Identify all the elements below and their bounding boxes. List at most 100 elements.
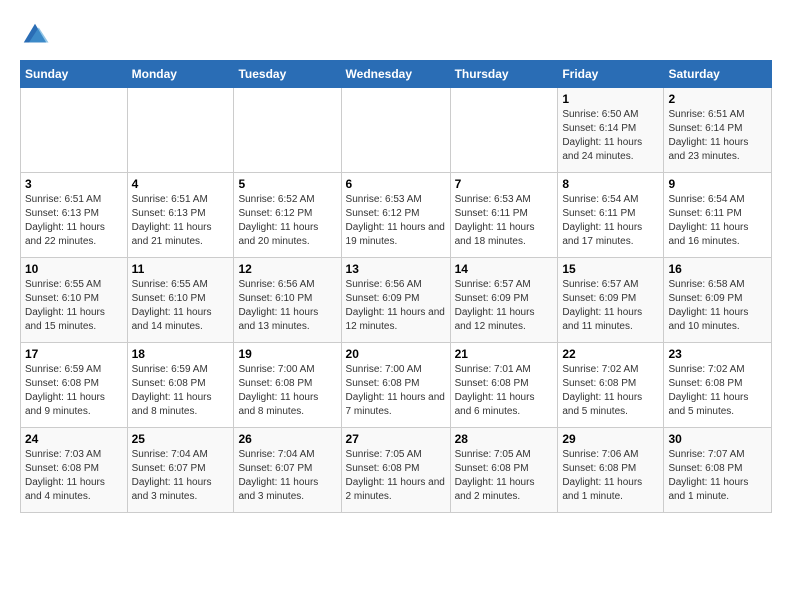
calendar-cell — [450, 88, 558, 173]
logo-icon — [20, 20, 50, 50]
day-info: Sunrise: 6:51 AM Sunset: 6:14 PM Dayligh… — [668, 108, 767, 164]
calendar-cell: 4 Sunrise: 6:51 AM Sunset: 6:13 PM Daylig… — [127, 173, 234, 258]
day-info: Sunrise: 7:05 AM Sunset: 6:08 PM Dayligh… — [346, 448, 446, 504]
day-info: Sunrise: 7:07 AM Sunset: 6:08 PM Dayligh… — [668, 448, 767, 504]
day-number: 29 — [562, 432, 659, 446]
day-number: 12 — [238, 262, 336, 276]
calendar-header: SundayMondayTuesdayWednesdayThursdayFrid… — [21, 61, 772, 88]
day-number: 21 — [455, 347, 554, 361]
calendar-cell: 10 Sunrise: 6:55 AM Sunset: 6:10 PM Dayli… — [21, 258, 128, 343]
day-info: Sunrise: 6:51 AM Sunset: 6:13 PM Dayligh… — [25, 193, 123, 249]
calendar-cell — [127, 88, 234, 173]
day-info: Sunrise: 6:57 AM Sunset: 6:09 PM Dayligh… — [455, 278, 554, 334]
day-number: 2 — [668, 92, 767, 106]
logo — [20, 20, 54, 50]
day-info: Sunrise: 6:53 AM Sunset: 6:12 PM Dayligh… — [346, 193, 446, 249]
day-number: 26 — [238, 432, 336, 446]
weekday-header: Wednesday — [341, 61, 450, 88]
day-number: 28 — [455, 432, 554, 446]
day-number: 4 — [132, 177, 230, 191]
day-number: 20 — [346, 347, 446, 361]
day-number: 25 — [132, 432, 230, 446]
calendar-cell: 14 Sunrise: 6:57 AM Sunset: 6:09 PM Dayli… — [450, 258, 558, 343]
day-number: 9 — [668, 177, 767, 191]
day-info: Sunrise: 6:51 AM Sunset: 6:13 PM Dayligh… — [132, 193, 230, 249]
day-info: Sunrise: 7:00 AM Sunset: 6:08 PM Dayligh… — [238, 363, 336, 419]
calendar-cell: 11Sunrise: 6:55 AM Sunset: 6:10 PM Dayli… — [127, 258, 234, 343]
calendar-cell: 5 Sunrise: 6:52 AM Sunset: 6:12 PM Daylig… — [234, 173, 341, 258]
calendar-cell — [341, 88, 450, 173]
calendar-cell: 12 Sunrise: 6:56 AM Sunset: 6:10 PM Dayli… — [234, 258, 341, 343]
day-number: 8 — [562, 177, 659, 191]
day-number: 17 — [25, 347, 123, 361]
day-number: 1 — [562, 92, 659, 106]
day-info: Sunrise: 6:54 AM Sunset: 6:11 PM Dayligh… — [562, 193, 659, 249]
calendar-cell: 23 Sunrise: 7:02 AM Sunset: 6:08 PM Dayli… — [664, 343, 772, 428]
calendar-cell: 26 Sunrise: 7:04 AM Sunset: 6:07 PM Dayli… — [234, 428, 341, 513]
calendar-cell: 15 Sunrise: 6:57 AM Sunset: 6:09 PM Dayli… — [558, 258, 664, 343]
weekday-header: Thursday — [450, 61, 558, 88]
day-number: 13 — [346, 262, 446, 276]
calendar-cell: 1 Sunrise: 6:50 AM Sunset: 6:14 PM Daylig… — [558, 88, 664, 173]
calendar-cell — [234, 88, 341, 173]
calendar-cell: 30Sunrise: 7:07 AM Sunset: 6:08 PM Dayli… — [664, 428, 772, 513]
day-number: 23 — [668, 347, 767, 361]
calendar-cell — [21, 88, 128, 173]
calendar-cell: 6 Sunrise: 6:53 AM Sunset: 6:12 PM Daylig… — [341, 173, 450, 258]
calendar-cell: 8 Sunrise: 6:54 AM Sunset: 6:11 PM Daylig… — [558, 173, 664, 258]
calendar-week-row: 10 Sunrise: 6:55 AM Sunset: 6:10 PM Dayli… — [21, 258, 772, 343]
day-number: 19 — [238, 347, 336, 361]
weekday-header: Saturday — [664, 61, 772, 88]
calendar-cell: 18 Sunrise: 6:59 AM Sunset: 6:08 PM Dayli… — [127, 343, 234, 428]
calendar-cell: 22 Sunrise: 7:02 AM Sunset: 6:08 PM Dayli… — [558, 343, 664, 428]
calendar-body: 1 Sunrise: 6:50 AM Sunset: 6:14 PM Daylig… — [21, 88, 772, 513]
header-row: SundayMondayTuesdayWednesdayThursdayFrid… — [21, 61, 772, 88]
day-info: Sunrise: 7:03 AM Sunset: 6:08 PM Dayligh… — [25, 448, 123, 504]
day-number: 22 — [562, 347, 659, 361]
day-info: Sunrise: 6:54 AM Sunset: 6:11 PM Dayligh… — [668, 193, 767, 249]
day-info: Sunrise: 6:59 AM Sunset: 6:08 PM Dayligh… — [25, 363, 123, 419]
day-info: Sunrise: 7:02 AM Sunset: 6:08 PM Dayligh… — [562, 363, 659, 419]
day-number: 11 — [132, 262, 230, 276]
calendar-week-row: 1 Sunrise: 6:50 AM Sunset: 6:14 PM Daylig… — [21, 88, 772, 173]
day-info: Sunrise: 6:57 AM Sunset: 6:09 PM Dayligh… — [562, 278, 659, 334]
day-number: 24 — [25, 432, 123, 446]
day-info: Sunrise: 6:59 AM Sunset: 6:08 PM Dayligh… — [132, 363, 230, 419]
day-info: Sunrise: 6:53 AM Sunset: 6:11 PM Dayligh… — [455, 193, 554, 249]
calendar-cell: 2 Sunrise: 6:51 AM Sunset: 6:14 PM Daylig… — [664, 88, 772, 173]
calendar-cell: 25 Sunrise: 7:04 AM Sunset: 6:07 PM Dayli… — [127, 428, 234, 513]
day-number: 14 — [455, 262, 554, 276]
day-number: 15 — [562, 262, 659, 276]
day-info: Sunrise: 6:50 AM Sunset: 6:14 PM Dayligh… — [562, 108, 659, 164]
calendar-cell: 29Sunrise: 7:06 AM Sunset: 6:08 PM Dayli… — [558, 428, 664, 513]
calendar-cell: 24 Sunrise: 7:03 AM Sunset: 6:08 PM Dayli… — [21, 428, 128, 513]
calendar-week-row: 3 Sunrise: 6:51 AM Sunset: 6:13 PM Daylig… — [21, 173, 772, 258]
day-info: Sunrise: 6:52 AM Sunset: 6:12 PM Dayligh… — [238, 193, 336, 249]
day-info: Sunrise: 7:05 AM Sunset: 6:08 PM Dayligh… — [455, 448, 554, 504]
day-number: 6 — [346, 177, 446, 191]
weekday-header: Friday — [558, 61, 664, 88]
calendar-cell: 27Sunrise: 7:05 AM Sunset: 6:08 PM Dayli… — [341, 428, 450, 513]
calendar-cell: 20Sunrise: 7:00 AM Sunset: 6:08 PM Dayli… — [341, 343, 450, 428]
weekday-header: Sunday — [21, 61, 128, 88]
day-info: Sunrise: 7:02 AM Sunset: 6:08 PM Dayligh… — [668, 363, 767, 419]
page-header — [20, 20, 772, 50]
day-info: Sunrise: 6:56 AM Sunset: 6:10 PM Dayligh… — [238, 278, 336, 334]
weekday-header: Monday — [127, 61, 234, 88]
day-number: 3 — [25, 177, 123, 191]
calendar-cell: 16Sunrise: 6:58 AM Sunset: 6:09 PM Dayli… — [664, 258, 772, 343]
calendar-table: SundayMondayTuesdayWednesdayThursdayFrid… — [20, 60, 772, 513]
day-number: 16 — [668, 262, 767, 276]
day-number: 18 — [132, 347, 230, 361]
calendar-cell: 17 Sunrise: 6:59 AM Sunset: 6:08 PM Dayli… — [21, 343, 128, 428]
day-number: 5 — [238, 177, 336, 191]
day-info: Sunrise: 7:04 AM Sunset: 6:07 PM Dayligh… — [238, 448, 336, 504]
day-number: 10 — [25, 262, 123, 276]
day-info: Sunrise: 7:04 AM Sunset: 6:07 PM Dayligh… — [132, 448, 230, 504]
calendar-week-row: 24 Sunrise: 7:03 AM Sunset: 6:08 PM Dayli… — [21, 428, 772, 513]
calendar-cell: 28 Sunrise: 7:05 AM Sunset: 6:08 PM Dayli… — [450, 428, 558, 513]
calendar-cell: 9 Sunrise: 6:54 AM Sunset: 6:11 PM Daylig… — [664, 173, 772, 258]
day-info: Sunrise: 7:01 AM Sunset: 6:08 PM Dayligh… — [455, 363, 554, 419]
day-info: Sunrise: 6:55 AM Sunset: 6:10 PM Dayligh… — [25, 278, 123, 334]
calendar-cell: 21 Sunrise: 7:01 AM Sunset: 6:08 PM Dayli… — [450, 343, 558, 428]
